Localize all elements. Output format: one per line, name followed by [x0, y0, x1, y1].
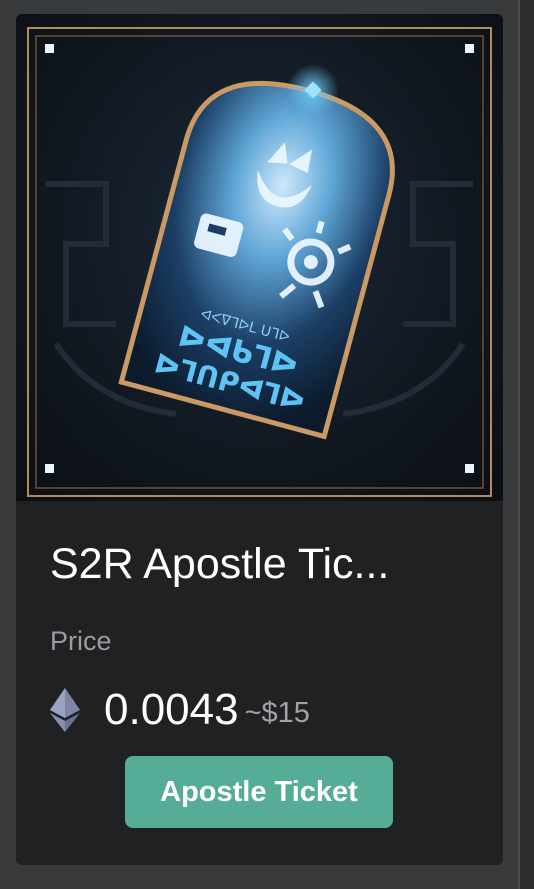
ticket-artwork: ᐊᐸᐁᒣᐅᒪ ᑌᒣᐅ ᐅᐊᑲᒣᐅ ᐅᒣᑎᑭᐊᒣᐅ [27, 27, 492, 497]
corner-gem-icon [465, 44, 474, 53]
nft-image[interactable]: ᐊᐸᐁᒣᐅᒪ ᑌᒣᐅ ᐅᐊᑲᒣᐅ ᐅᒣᑎᑭᐊᒣᐅ [16, 14, 503, 501]
corner-gem-icon [45, 464, 54, 473]
price-usd: ~$15 [244, 697, 310, 729]
page-background: ᐊᐸᐁᒣᐅᒪ ᑌᒣᐅ ᐅᐊᑲᒣᐅ ᐅᒣᑎᑭᐊᒣᐅ S2R Apostle Tic… [0, 0, 534, 889]
scrollbar-edge [518, 0, 534, 889]
corner-gem-icon [465, 464, 474, 473]
corner-gem-icon [45, 44, 54, 53]
apostle-ticket-button[interactable]: Apostle Ticket [125, 756, 393, 828]
ethereum-icon [50, 688, 80, 732]
ticket-card: ᐊᐸᐁᒣᐅᒪ ᑌᒣᐅ ᐅᐊᑲᒣᐅ ᐅᒣᑎᑭᐊᒣᐅ [118, 80, 395, 440]
price-value: 0.0043 [104, 685, 239, 734]
nft-card[interactable]: ᐊᐸᐁᒣᐅᒪ ᑌᒣᐅ ᐅᐊᑲᒣᐅ ᐅᒣᑎᑭᐊᒣᐅ S2R Apostle Tic… [16, 14, 503, 865]
price-row: 0.0043 ~$15 [50, 682, 310, 738]
price-label: Price [50, 626, 112, 656]
nft-title[interactable]: S2R Apostle Tic... [50, 538, 480, 590]
